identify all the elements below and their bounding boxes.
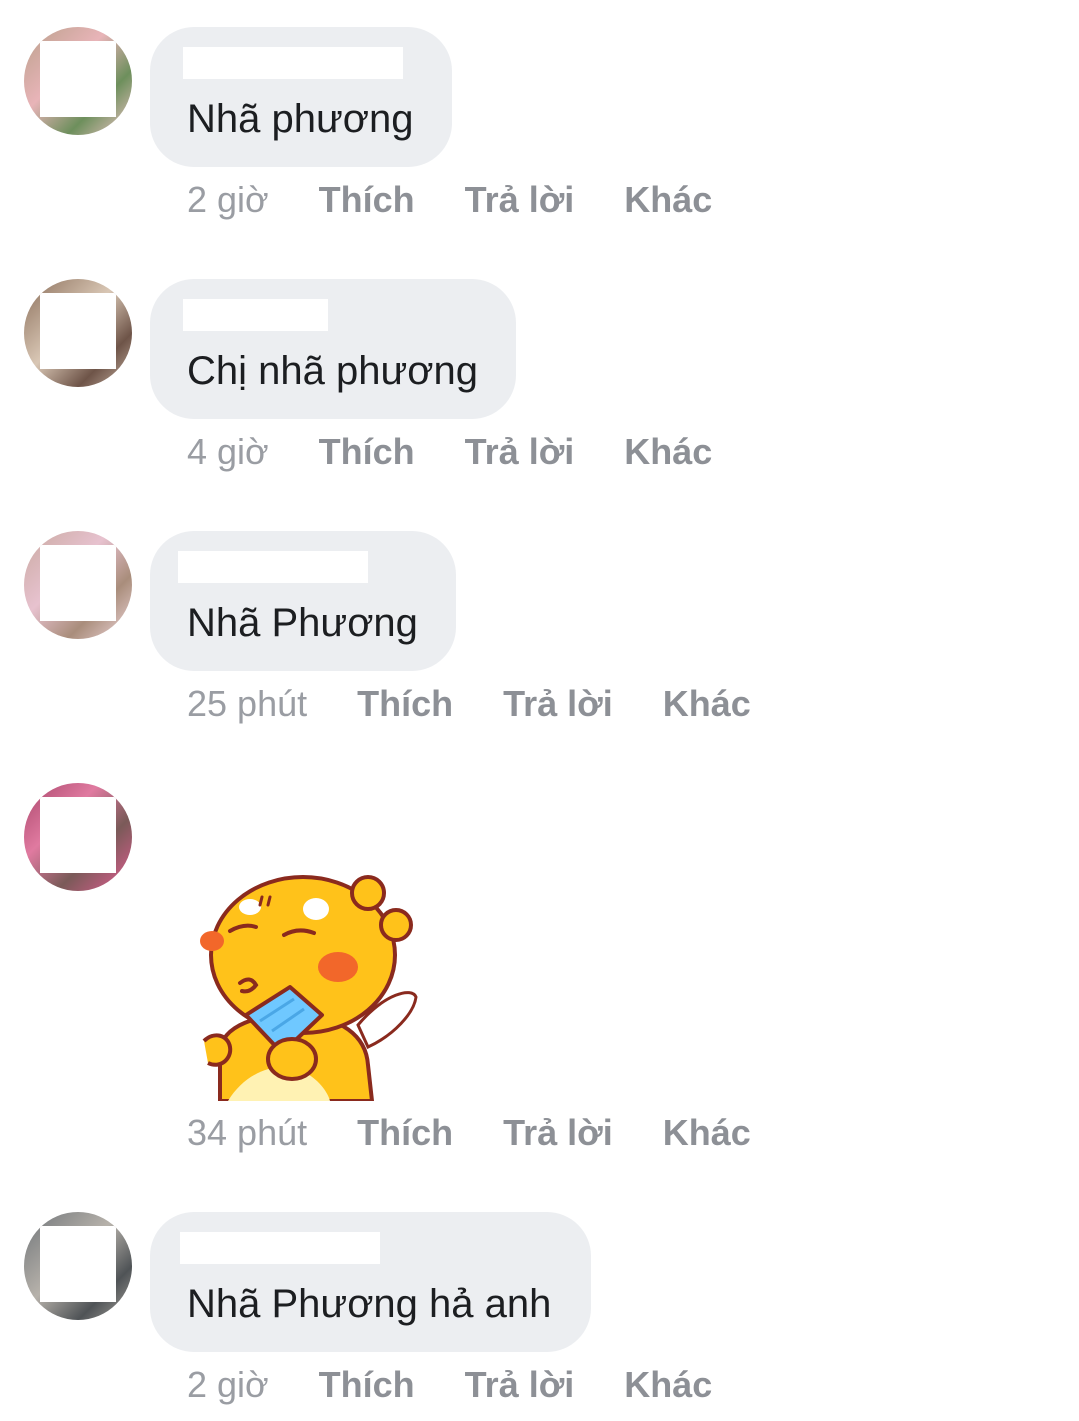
more-button[interactable]: Khác	[663, 1111, 751, 1155]
avatar[interactable]	[24, 531, 132, 639]
like-button[interactable]: Thích	[319, 1363, 415, 1407]
avatar-redaction	[40, 293, 116, 369]
avatar-redaction	[40, 797, 116, 873]
comment-text: Nhã Phương hả anh	[187, 1282, 552, 1326]
comment-thread: Nhã phương 2 giờ Thích Trả lời Khác Chị nhã…	[0, 0, 1079, 1421]
like-button[interactable]: Thích	[357, 682, 453, 726]
more-button[interactable]: Khác	[663, 682, 751, 726]
comment-actions: 2 giờ Thích Trả lời Khác	[187, 178, 762, 222]
comment-actions: 4 giờ Thích Trả lời Khác	[187, 430, 762, 474]
author-name-redaction	[183, 299, 328, 331]
author-name-redaction	[183, 47, 403, 79]
like-button[interactable]: Thích	[357, 1111, 453, 1155]
comment-actions: 25 phút Thích Trả lời Khác	[187, 682, 801, 726]
avatar[interactable]	[24, 27, 132, 135]
more-button[interactable]: Khác	[624, 1363, 712, 1407]
comment-actions: 34 phút Thích Trả lời Khác	[187, 1111, 801, 1155]
comment-time: 2 giờ	[187, 179, 269, 220]
avatar-redaction	[40, 545, 116, 621]
comment-bubble[interactable]: Nhã phương	[150, 27, 452, 167]
comment-text: Chị nhã phương	[187, 349, 478, 393]
comment-bubble[interactable]: Chị nhã phương	[150, 279, 516, 419]
comment-time: 25 phút	[187, 683, 308, 724]
reply-button[interactable]: Trả lời	[503, 682, 613, 726]
comment-time: 34 phút	[187, 1112, 308, 1153]
avatar[interactable]	[24, 1212, 132, 1320]
more-button[interactable]: Khác	[624, 178, 712, 222]
comment-time: 2 giờ	[187, 1364, 269, 1405]
sticker-image[interactable]: yellow-chick-fan-sticker	[190, 875, 420, 1101]
reply-button[interactable]: Trả lời	[465, 430, 575, 474]
comment-bubble[interactable]: Nhã Phương hả anh	[150, 1212, 591, 1352]
avatar-redaction	[40, 1226, 116, 1302]
like-button[interactable]: Thích	[319, 430, 415, 474]
author-name-redaction	[178, 551, 368, 583]
reply-button[interactable]: Trả lời	[465, 178, 575, 222]
reply-button[interactable]: Trả lời	[465, 1363, 575, 1407]
comment-actions: 2 giờ Thích Trả lời Khác	[187, 1363, 762, 1407]
avatar[interactable]	[24, 783, 132, 891]
like-button[interactable]: Thích	[319, 178, 415, 222]
more-button[interactable]: Khác	[624, 430, 712, 474]
avatar-redaction	[40, 41, 116, 117]
comment-text: Nhã phương	[187, 97, 414, 141]
comment-time: 4 giờ	[187, 431, 269, 472]
comment-bubble[interactable]: Nhã Phương	[150, 531, 456, 671]
reply-button[interactable]: Trả lời	[503, 1111, 613, 1155]
comment-text: Nhã Phương	[187, 601, 418, 645]
avatar[interactable]	[24, 279, 132, 387]
author-name-redaction	[180, 1232, 380, 1264]
